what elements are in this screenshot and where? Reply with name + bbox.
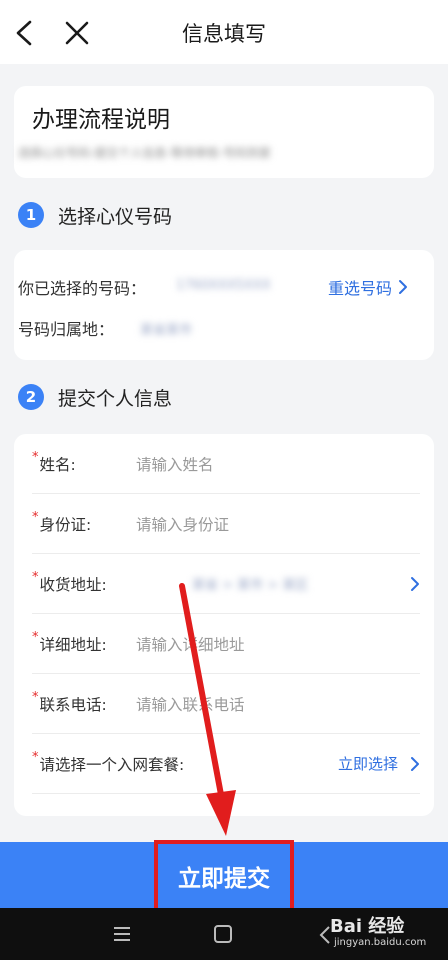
step-label: 提交个人信息	[58, 387, 173, 410]
required-mark: *	[32, 690, 39, 705]
menu-icon[interactable]	[112, 926, 132, 942]
chevron-right-icon	[411, 757, 419, 771]
step-number-badge: 1	[18, 202, 44, 228]
field-label: 联系电话:	[39, 695, 107, 714]
name-input[interactable]: 请输入姓名	[136, 453, 214, 475]
phone-field[interactable]: * 联系电话: 请输入联系电话	[32, 674, 420, 734]
process-card: 办理流程说明	[14, 86, 434, 178]
shipping-address-value[interactable]: 某省 > 某市 > 某区	[192, 574, 308, 593]
reselect-label: 重选号码	[328, 279, 393, 298]
field-label: 姓名:	[39, 455, 76, 474]
field-label: 收货地址:	[39, 575, 107, 594]
number-location-label: 号码归属地：	[18, 320, 115, 339]
selected-number-value: 1760XXX5XXX	[176, 278, 271, 293]
required-mark: *	[32, 510, 39, 525]
id-card-input[interactable]: 请输入身份证	[136, 513, 229, 535]
top-bar: 信息填写	[0, 0, 448, 64]
phone-input[interactable]: 请输入联系电话	[136, 693, 245, 715]
step-select-number: 1 选择心仪号码	[18, 200, 172, 230]
plan-select-field[interactable]: * 请选择一个入网套餐: 立即选择	[32, 734, 420, 794]
id-card-field[interactable]: * 身份证: 请输入身份证	[32, 494, 420, 554]
required-mark: *	[32, 630, 39, 645]
field-label: 身份证:	[39, 515, 92, 534]
personal-info-form: * 姓名: 请输入姓名 * 身份证: 请输入身份证 * 收货地址: 某省 > 某…	[14, 434, 434, 816]
number-card	[14, 250, 434, 360]
number-location-value: 某省某市	[140, 323, 193, 338]
required-mark: *	[32, 450, 39, 465]
required-mark: *	[32, 570, 39, 585]
watermark-url: jingyan.baidu.com	[334, 937, 427, 948]
baidu-jingyan-watermark: Bai 经验 jingyan.baidu.com	[330, 908, 440, 958]
step-number-badge: 2	[18, 384, 44, 410]
step-label: 选择心仪号码	[58, 205, 173, 228]
page-title: 信息填写	[182, 22, 266, 46]
field-label: 请选择一个入网套餐:	[39, 755, 185, 774]
process-title: 办理流程说明	[32, 107, 170, 133]
shipping-address-field[interactable]: * 收货地址: 某省 > 某市 > 某区	[32, 554, 420, 614]
choose-plan-link[interactable]: 立即选择	[338, 753, 398, 774]
required-mark: *	[32, 750, 39, 765]
selected-number-label: 你已选择的号码：	[18, 279, 147, 298]
chevron-right-icon	[399, 280, 408, 294]
watermark-brand: Bai 经验	[330, 916, 405, 937]
step-personal-info: 2 提交个人信息	[18, 382, 172, 412]
process-description: 选择心仪号码-提交个人信息-等待审核-号码到家	[18, 146, 271, 160]
submit-button[interactable]: 立即提交	[154, 840, 294, 912]
field-label: 详细地址:	[39, 635, 107, 654]
name-field[interactable]: * 姓名: 请输入姓名	[32, 434, 420, 494]
detail-address-input[interactable]: 请输入详细地址	[136, 633, 245, 655]
home-icon[interactable]	[214, 925, 232, 943]
detail-address-field[interactable]: * 详细地址: 请输入详细地址	[32, 614, 420, 674]
reselect-number-button[interactable]: 重选号码	[328, 275, 408, 299]
chevron-right-icon	[411, 577, 419, 591]
